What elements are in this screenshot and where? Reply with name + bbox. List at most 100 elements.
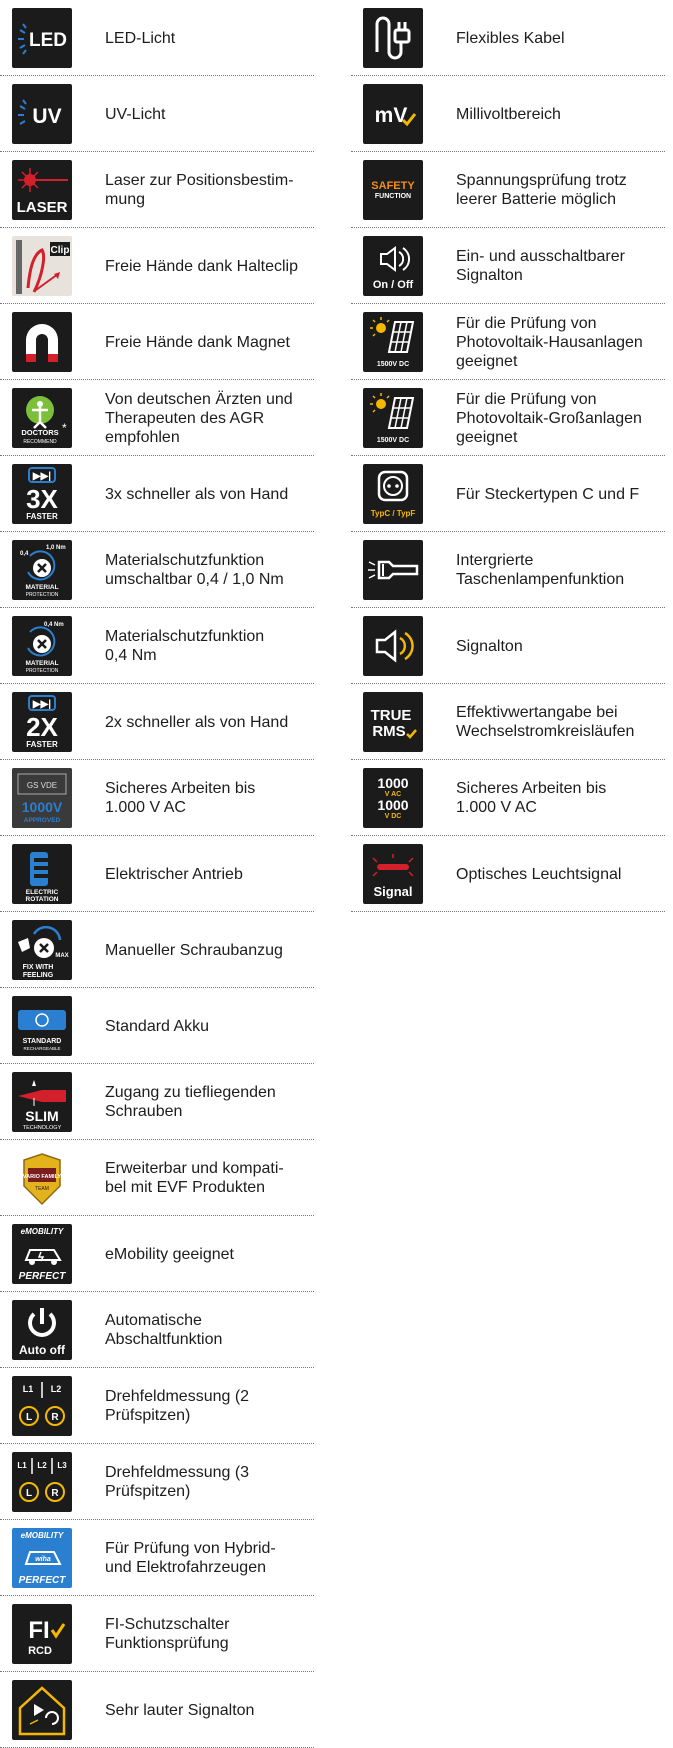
flashlight-icon xyxy=(363,540,423,600)
svg-text:3X: 3X xyxy=(26,484,58,514)
feature-row: STANDARD RECHARGEABLE Standard Akku xyxy=(0,988,314,1064)
clip-icon: Clip xyxy=(12,236,72,296)
feature-label: Freie Hände dank Halteclip xyxy=(105,257,298,275)
feature-row: MAX FIX WITH FEELING Manueller Schraubanzug xyxy=(0,912,314,988)
feature-label: Für die Prüfung von Photovoltaik-Hausanla… xyxy=(456,314,643,370)
svg-text:PERFECT: PERFECT xyxy=(19,1575,67,1586)
feature-label: Sicheres Arbeiten bis 1.000 V AC xyxy=(456,780,607,816)
feature-label: 2x schneller als von Hand xyxy=(105,713,289,731)
feature-label: Zugang zu tiefliegenden Schrauben xyxy=(105,1084,276,1120)
svg-text:UV: UV xyxy=(32,105,61,128)
feature-row: ELECTRIC ROTATION Elektrischer Antrieb xyxy=(0,836,314,912)
svg-text:PROTECTION: PROTECTION xyxy=(26,668,59,674)
svg-text:2X: 2X xyxy=(26,712,58,742)
feature-label: UV-Licht xyxy=(105,105,166,123)
standard-battery-icon: STANDARD RECHARGEABLE xyxy=(12,996,72,1056)
svg-text:TEAM: TEAM xyxy=(35,1186,49,1192)
feature-row: LASER Laser zur Positionsbestim-mung xyxy=(0,152,314,228)
feature-label: Spannungsprüfung trotz leerer Batterie mö… xyxy=(456,172,627,208)
feature-label: LED-Licht xyxy=(105,29,176,47)
feature-row: 0,4 Nm MATERIAL PROTECTION Materialschutzfu… xyxy=(0,608,314,684)
feature-row: Auto off Automatische Abschaltfunktion xyxy=(0,1292,314,1368)
svg-text:L2: L2 xyxy=(37,1461,47,1470)
true-rms-icon: TRUE RMS xyxy=(363,692,423,752)
vario-family-icon: VARIO FAMILY TEAM xyxy=(12,1148,72,1208)
svg-text:wiha: wiha xyxy=(35,1556,51,1563)
feature-label: Von deutschen Ärzten und Therapeuten des … xyxy=(105,390,293,446)
millivolt-icon: mV xyxy=(363,84,423,144)
rotary-field-2-icon: L1 L2 L R xyxy=(12,1376,72,1436)
feature-label: Automatische Abschaltfunktion xyxy=(105,1312,223,1348)
feature-row: mV Millivoltbereich xyxy=(351,76,665,152)
svg-text:FUNCTION: FUNCTION xyxy=(375,193,411,200)
feature-row: DOCTORS RECOMMEND * Von deutschen Ärzten un… xyxy=(0,380,314,456)
signal-on-off-icon: On / Off xyxy=(363,236,423,296)
feature-label: eMobility geeignet xyxy=(105,1245,234,1263)
svg-text:FI: FI xyxy=(28,1617,49,1644)
svg-text:Signal: Signal xyxy=(373,884,412,899)
1000v-approved-icon: GS VDE 1000V APPROVED xyxy=(12,768,72,828)
svg-text:L1: L1 xyxy=(17,1461,27,1470)
left-column: LED LED-Licht UV UV-Licht LASER Laser zur Pos… xyxy=(0,0,314,1748)
slim-technology-icon: SLIM TECHNOLOGY xyxy=(12,1072,72,1132)
feature-label: Für die Prüfung von Photovoltaik-Großanla… xyxy=(456,390,642,446)
svg-text:1000: 1000 xyxy=(377,775,408,791)
svg-text:mV: mV xyxy=(375,104,408,127)
feature-label: Signalton xyxy=(456,637,523,655)
feature-row: ▶▶| 2X FASTER 2x schneller als von Hand xyxy=(0,684,314,760)
signal-tone-icon xyxy=(363,616,423,676)
feature-label: 3x schneller als von Hand xyxy=(105,485,289,503)
svg-text:▶▶|: ▶▶| xyxy=(32,699,51,710)
feature-row: 1500V DC Für die Prüfung von Photovoltaik-… xyxy=(351,380,665,456)
feature-label: Elektrischer Antrieb xyxy=(105,865,243,883)
2x-faster-icon: ▶▶| 2X FASTER xyxy=(12,692,72,752)
feature-row: Intergrierte Taschenlampenfunktion xyxy=(351,532,665,608)
svg-text:L1: L1 xyxy=(23,1384,34,1394)
feature-label: Freie Hände dank Magnet xyxy=(105,333,290,351)
svg-text:TRUE: TRUE xyxy=(371,707,412,724)
feature-label: Flexibles Kabel xyxy=(456,29,565,47)
feature-label: Manueller Schraubanzug xyxy=(105,941,283,959)
feature-row: L1 L2 L R Drehfeldmessung (2 Prüfspitzen) xyxy=(0,1368,314,1444)
feature-row: 1,0 Nm 0,4 MATERIAL PROTECTION Materialschut… xyxy=(0,532,314,608)
loud-signal-icon xyxy=(12,1680,72,1740)
flexible-cable-icon xyxy=(363,8,423,68)
laser-icon: LASER xyxy=(12,160,72,220)
svg-text:L3: L3 xyxy=(57,1461,67,1470)
svg-text:MATERIAL: MATERIAL xyxy=(25,660,58,667)
svg-text:RCD: RCD xyxy=(28,1645,52,1657)
feature-label: Laser zur Positionsbestim-mung xyxy=(105,172,294,208)
doctors-recommend-icon: DOCTORS RECOMMEND * xyxy=(12,388,72,448)
feature-row: SAFETY FUNCTION Spannungsprüfung trotz leer… xyxy=(351,152,665,228)
feature-row: eMOBILITY PERFECT eMobility geeignet xyxy=(0,1216,314,1292)
svg-text:Auto off: Auto off xyxy=(19,1343,66,1357)
svg-text:R: R xyxy=(51,1488,59,1499)
svg-text:ELECTRIC: ELECTRIC xyxy=(26,889,59,896)
3x-faster-icon: ▶▶| 3X FASTER xyxy=(12,464,72,524)
svg-text:LASER: LASER xyxy=(17,199,68,216)
emobility-perfect-icon: eMOBILITY PERFECT xyxy=(12,1224,72,1284)
feature-label: Erweiterbar und kompati-bel mit EVF Prod… xyxy=(105,1160,284,1196)
feature-row: GS VDE 1000V APPROVED Sicheres Arbeiten bis… xyxy=(0,760,314,836)
feature-row: On / Off Ein- und ausschaltbarer Signalton xyxy=(351,228,665,304)
svg-text:FEELING: FEELING xyxy=(23,972,54,979)
feature-row: VARIO FAMILY TEAM Erweiterbar und kompati-… xyxy=(0,1140,314,1216)
svg-text:1500V DC: 1500V DC xyxy=(377,437,409,444)
feature-label: FI-Schutzschalter Funktionsprüfung xyxy=(105,1616,230,1652)
svg-text:0,4 Nm: 0,4 Nm xyxy=(44,622,64,628)
svg-text:*: * xyxy=(62,421,67,435)
svg-text:RMS: RMS xyxy=(372,723,405,740)
svg-text:ROTATION: ROTATION xyxy=(26,896,59,903)
feature-row: Sehr lauter Signalton xyxy=(0,1672,314,1748)
fi-rcd-icon: FI RCD xyxy=(12,1604,72,1664)
1000v-ac-dc-icon: 1000 V AC 1000 V DC xyxy=(363,768,423,828)
led-icon: LED xyxy=(12,8,72,68)
rotary-field-3-icon: L1 L2 L3 L R xyxy=(12,1452,72,1512)
svg-text:SAFETY: SAFETY xyxy=(371,180,415,192)
svg-text:FASTER: FASTER xyxy=(26,512,58,521)
svg-text:SLIM: SLIM xyxy=(25,1108,58,1124)
feature-label: Materialschutzfunktion 0,4 Nm xyxy=(105,628,265,664)
feature-row: ▶▶| 3X FASTER 3x schneller als von Hand xyxy=(0,456,314,532)
feature-row: eMOBILITY wiha PERFECT Für Prüfung von Hybr… xyxy=(0,1520,314,1596)
svg-text:1000V: 1000V xyxy=(22,799,63,815)
